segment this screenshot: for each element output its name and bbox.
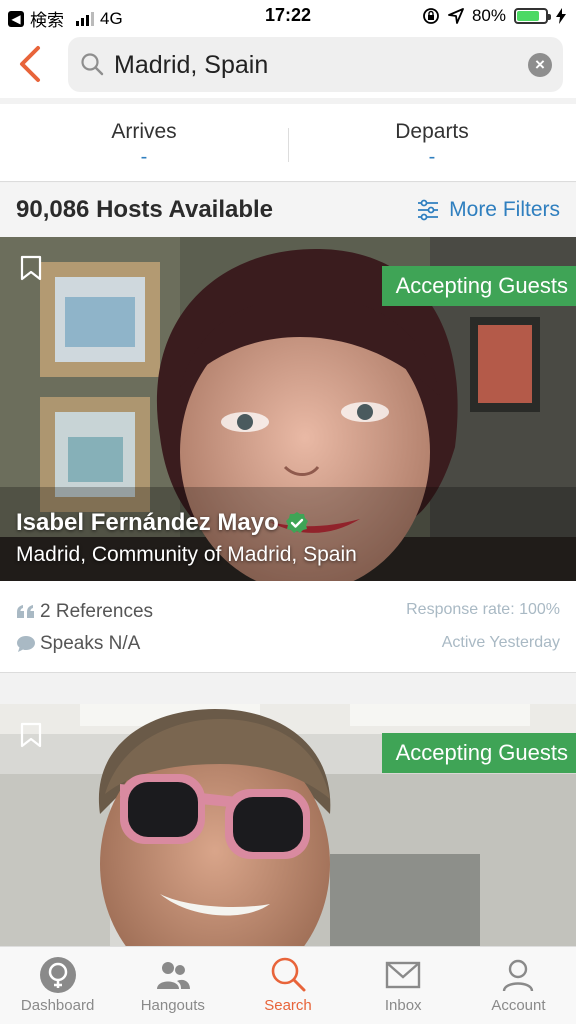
speaks-languages: Speaks N/A [40, 633, 141, 654]
host-location: Madrid, Community of Madrid, Spain [16, 543, 357, 566]
app-screen: ◀ 検索 4G 17:22 80% × Arrives - [0, 0, 576, 1024]
references-count: 2 References [40, 601, 154, 622]
back-arrow-icon[interactable] [12, 44, 48, 84]
status-bar: ◀ 検索 4G 17:22 80% [0, 0, 576, 32]
response-rate: Response rate: 100% [406, 601, 560, 618]
tab-dashboard[interactable]: Dashboard [0, 947, 115, 1024]
hosts-count: 90,086 Hosts Available [16, 196, 274, 223]
tab-search[interactable]: Search [230, 947, 345, 1024]
more-filters-button[interactable]: More Filters [417, 198, 560, 222]
arrives-label: Arrives [111, 120, 177, 143]
references-row: 2 References [16, 601, 153, 623]
tab-search-label: Search [264, 997, 312, 1014]
bookmark-icon[interactable] [20, 255, 42, 281]
last-active: Active Yesterday [441, 634, 560, 651]
accepting-guests-badge: Accepting Guests [381, 733, 576, 773]
charging-bolt-icon [556, 8, 566, 24]
sliders-icon [418, 199, 439, 221]
host-name-row: Isabel Fernández Mayo [16, 509, 309, 537]
tab-account-label: Account [491, 997, 546, 1014]
search-icon [81, 53, 104, 76]
host-card[interactable]: Accepting Guests Isabel Fernández Mayo M… [0, 237, 576, 673]
departs-label: Departs [395, 120, 469, 143]
speaks-row: Speaks N/A [16, 633, 140, 655]
search-box[interactable]: × [68, 37, 563, 92]
battery-percent: 80% [471, 6, 506, 25]
accepting-guests-badge: Accepting Guests [381, 266, 576, 306]
departs-value: - [428, 146, 436, 168]
date-divider [288, 128, 289, 162]
quote-icon [17, 605, 34, 618]
tab-inbox[interactable]: Inbox [346, 947, 461, 1024]
battery-icon [514, 8, 551, 24]
tab-hangouts[interactable]: Hangouts [115, 947, 230, 1024]
tab-inbox-label: Inbox [384, 997, 422, 1014]
host-name[interactable]: Isabel Fernández Mayo [16, 509, 279, 537]
clear-search-icon[interactable]: × [528, 53, 552, 77]
speech-bubble-icon [17, 636, 35, 652]
date-selector: Arrives - Departs - [0, 104, 576, 182]
tab-hangouts-label: Hangouts [140, 997, 205, 1014]
arrives-value: - [140, 146, 148, 168]
dashboard-icon [39, 957, 76, 993]
tab-dashboard-label: Dashboard [20, 997, 95, 1014]
bookmark-icon[interactable] [20, 722, 42, 748]
host-card[interactable]: Accepting Guests [0, 704, 576, 946]
verified-badge-icon [285, 512, 308, 533]
search-input[interactable] [114, 47, 514, 83]
rotation-lock-icon [423, 8, 439, 24]
people-icon [156, 962, 190, 989]
tab-account[interactable]: Account [461, 947, 576, 1024]
arrives-selector[interactable]: Arrives - [0, 104, 288, 181]
host-photo[interactable]: Accepting Guests Isabel Fernández Mayo M… [0, 237, 576, 581]
host-meta: 2 References Speaks N/A Response rate: 1… [0, 581, 576, 673]
status-right: 80% [422, 6, 566, 26]
departs-selector[interactable]: Departs - [288, 104, 576, 181]
mail-icon [386, 961, 421, 989]
person-icon [503, 959, 534, 992]
bottom-tab-bar: Dashboard Hangouts Search Inbox Account [0, 946, 576, 1024]
results-bar: 90,086 Hosts Available More Filters [0, 183, 576, 237]
search-icon [271, 957, 306, 992]
search-header: × [0, 32, 576, 98]
host-photo[interactable]: Accepting Guests [0, 704, 576, 946]
more-filters-label: More Filters [449, 198, 560, 221]
location-arrow-icon [448, 8, 464, 24]
